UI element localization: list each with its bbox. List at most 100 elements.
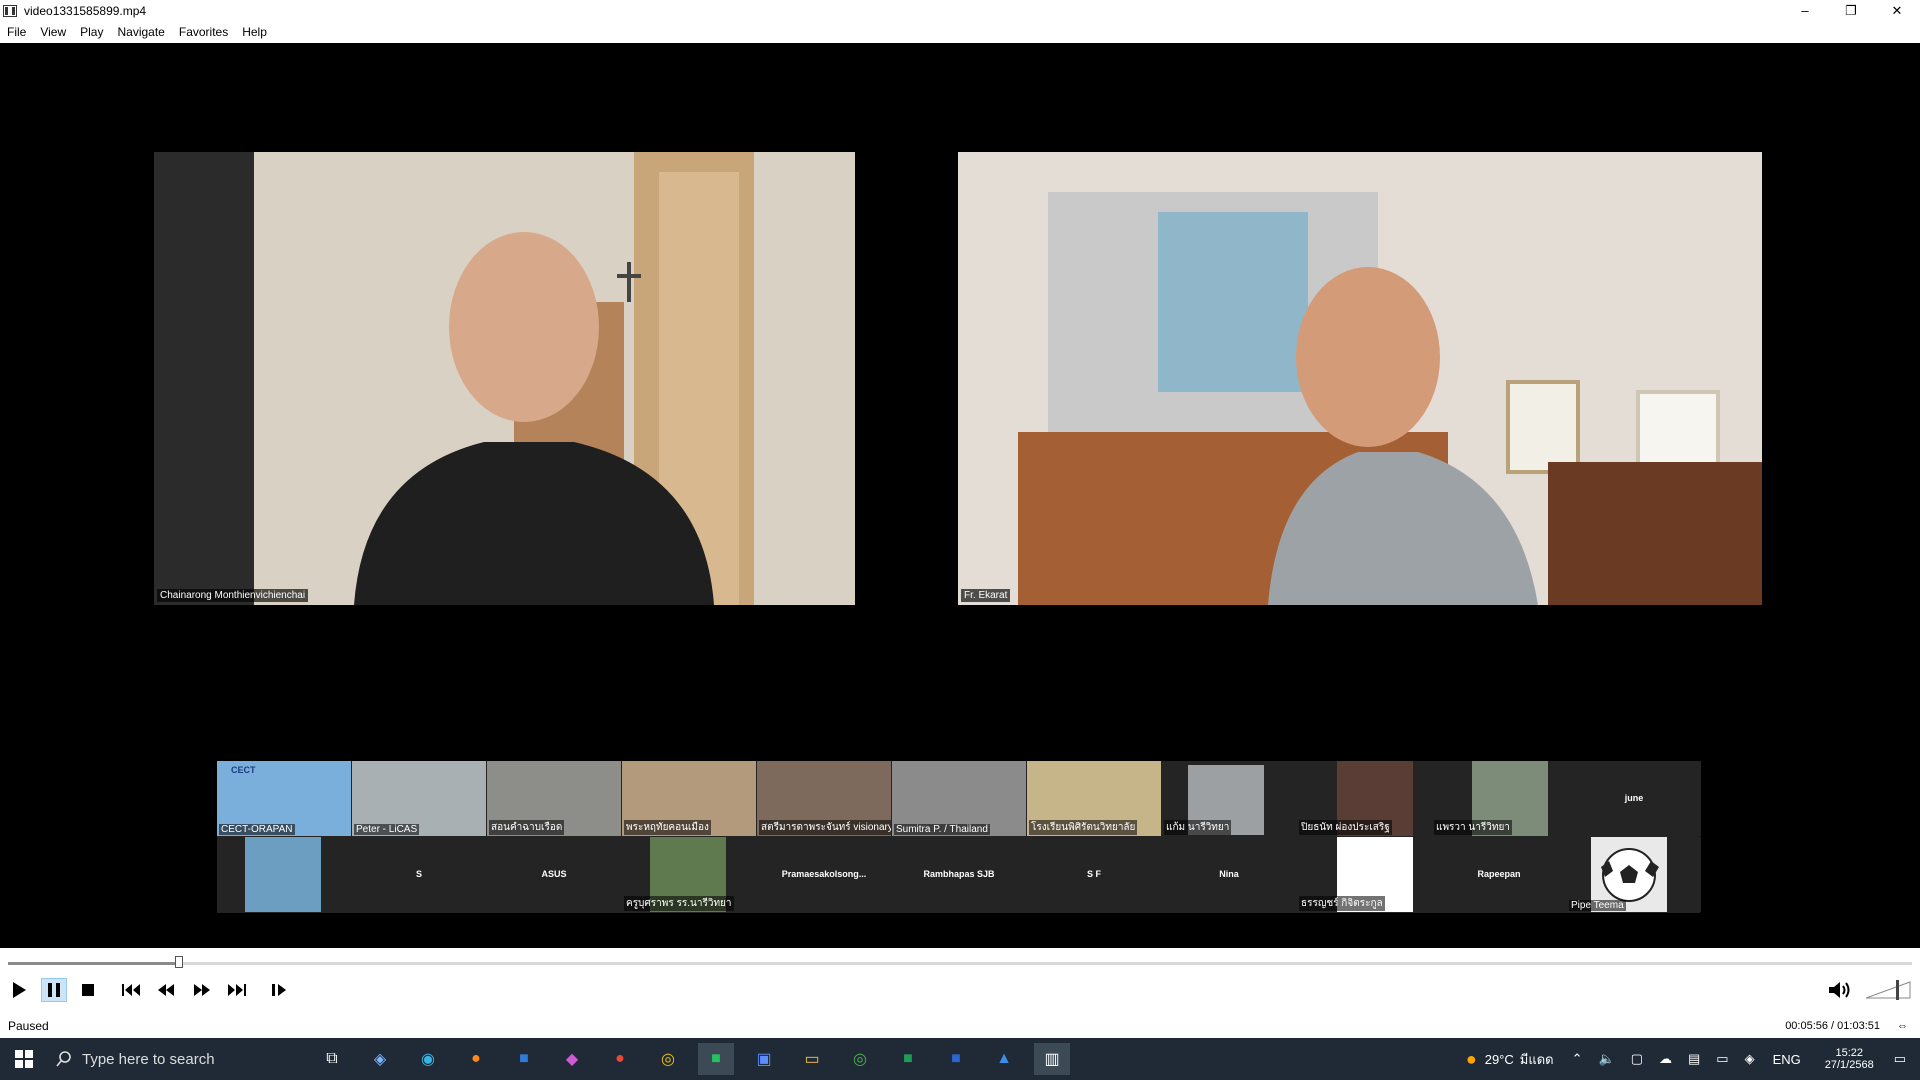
media-player-taskbar-icon[interactable]: ▥ (1034, 1043, 1070, 1075)
fullscreen-toggle-icon[interactable]: ⇔ (1897, 1020, 1908, 1032)
restore-button[interactable]: ❐ (1828, 0, 1874, 21)
participant-tile[interactable]: CECT CECT-ORAPAN (217, 761, 351, 836)
menu-play[interactable]: Play (73, 25, 110, 39)
menu-favorites[interactable]: Favorites (172, 25, 235, 39)
file-explorer-icon[interactable]: ▭ (794, 1043, 830, 1075)
participant-tile[interactable] (217, 837, 351, 912)
participant-tile[interactable]: Rapeepan (1432, 837, 1566, 912)
start-button[interactable] (6, 1043, 42, 1075)
seek-bar[interactable] (8, 956, 1912, 968)
rewind-button[interactable] (153, 978, 179, 1002)
weather-sun-icon: ● (1465, 1048, 1477, 1069)
rewind-icon (158, 984, 174, 996)
pause-button[interactable] (41, 978, 67, 1002)
participant-tile[interactable]: Pramaesakolsong... (757, 837, 891, 912)
participant-tile[interactable]: โรงเรียนพิศิรัตนวิทยาลัย (1027, 761, 1161, 836)
clock[interactable]: 15:22 27/1/2568 (1825, 1047, 1874, 1071)
status-bar: Paused 00:05:56 / 01:03:51 ⇔ (0, 1014, 1920, 1038)
participant-name: แก้ม นารีวิทยา (1164, 820, 1232, 835)
cect-logo: CECT (231, 765, 256, 775)
participant-tile[interactable]: S F (1027, 837, 1161, 912)
frame-step-button[interactable] (266, 978, 292, 1002)
participant-tile[interactable]: Rambhapas SJB (892, 837, 1026, 912)
stop-button[interactable] (75, 978, 101, 1002)
participant-name: Pramaesakolsong... (781, 869, 867, 879)
close-button[interactable]: ✕ (1874, 0, 1920, 21)
stop-icon (82, 984, 94, 996)
taskbar-search[interactable]: Type here to search (48, 1038, 308, 1080)
participant-tile[interactable]: Nina (1162, 837, 1296, 912)
search-placeholder: Type here to search (82, 1050, 215, 1068)
photos-icon[interactable]: ▲ (986, 1043, 1022, 1075)
participant-tile[interactable]: ปิยธนัท ผ่องประเสริฐ (1297, 761, 1431, 836)
playback-status: Paused (8, 1019, 49, 1033)
participant-name: สตรีมารดาพระจันทร์ visionary (759, 820, 891, 835)
speaker-name-1: Chainarong Monthienvichienchai (157, 589, 309, 602)
participant-tile[interactable]: S (352, 837, 486, 912)
clock-date: 27/1/2568 (1824, 1059, 1874, 1071)
participant-tile[interactable]: ธรรญชร์ กิจิตระกูล (1297, 837, 1431, 912)
participant-name: โรงเรียนพิศิรัตนวิทยาลัย (1029, 820, 1138, 835)
pause-icon (48, 983, 60, 997)
participant-tile[interactable]: Pipe Teema (1567, 837, 1701, 912)
word-icon[interactable]: ■ (938, 1043, 974, 1075)
display-icon[interactable]: ▤ (1688, 1051, 1700, 1067)
video-display[interactable]: Chainarong Monthienvichienchai Fr. Ekara… (0, 43, 1920, 948)
notification-icon[interactable]: ▭ (1894, 1051, 1906, 1067)
participant-tile[interactable]: Sumitra P. / Thailand (892, 761, 1026, 836)
participant-name: ปิยธนัท ผ่องประเสริฐ (1299, 820, 1392, 835)
cloud-icon[interactable]: ☁ (1659, 1051, 1672, 1067)
system-tray: ● 29°C มีแดด ⌃ 🔈 ▢ ☁ ▤ ▭ ◈ ENG 15:22 27/… (1466, 1038, 1920, 1080)
previous-button[interactable] (118, 978, 144, 1002)
menu-view[interactable]: View (33, 25, 73, 39)
security-icon[interactable]: ◈ (1745, 1051, 1755, 1067)
speaker-video-1: Chainarong Monthienvichienchai (154, 152, 855, 605)
menu-navigate[interactable]: Navigate (110, 25, 171, 39)
participant-tile[interactable]: ASUS (487, 837, 621, 912)
seek-handle[interactable] (175, 956, 184, 968)
chevron-up-icon[interactable]: ⌃ (1572, 1051, 1583, 1067)
participant-tile[interactable]: สอนคำฉาบเรือด (487, 761, 621, 836)
task-view-icon[interactable]: ⧉ (314, 1043, 350, 1075)
volume-icon[interactable]: 🔈 (1599, 1051, 1615, 1067)
menu-file[interactable]: File (0, 25, 33, 39)
participant-name: ASUS (541, 869, 567, 879)
participant-tile[interactable]: พระหฤทัยคอนเมือง (622, 761, 756, 836)
app-icon[interactable]: ▣ (746, 1043, 782, 1075)
outlook-icon[interactable]: ■ (506, 1043, 542, 1075)
media-player-icon (2, 4, 18, 18)
fast-forward-button[interactable] (189, 978, 215, 1002)
play-button[interactable] (6, 978, 32, 1002)
language-indicator[interactable]: ENG (1773, 1052, 1801, 1067)
window-title: video1331585899.mp4 (24, 3, 147, 18)
participant-name: สอนคำฉาบเรือด (489, 820, 565, 835)
copilot-icon[interactable]: ◈ (362, 1043, 398, 1075)
camera-icon[interactable]: ▢ (1631, 1051, 1643, 1067)
chrome-icon[interactable]: ◎ (842, 1043, 878, 1075)
participant-tile[interactable]: june (1567, 761, 1701, 836)
participant-tile[interactable]: Peter - LiCAS (352, 761, 486, 836)
edge-icon[interactable]: ◉ (410, 1043, 446, 1075)
microsoft365-icon[interactable]: ◆ (554, 1043, 590, 1075)
participant-name: Pipe Teema (1569, 900, 1626, 911)
menu-help[interactable]: Help (235, 25, 274, 39)
participant-name: S (415, 869, 422, 879)
chrome-icon[interactable]: ◎ (650, 1043, 686, 1075)
minimize-button[interactable]: – (1782, 0, 1828, 21)
network-icon[interactable]: ▭ (1716, 1051, 1728, 1067)
volume-button[interactable] (1826, 978, 1856, 1002)
participant-tile[interactable]: แพรวา นารีวิทยา (1432, 761, 1566, 836)
windows-logo-icon (15, 1050, 33, 1068)
volume-slider[interactable] (1865, 978, 1912, 1002)
next-button[interactable] (224, 978, 250, 1002)
participant-name: Rapeepan (1477, 869, 1521, 879)
participant-tile[interactable]: แก้ม นารีวิทยา (1162, 761, 1296, 836)
seek-progress (8, 962, 180, 965)
participant-tile[interactable]: สตรีมารดาพระจันทร์ visionary (757, 761, 891, 836)
participant-tile[interactable]: ครูบุศราพร รร.นารีวิทยา (622, 837, 756, 912)
participant-name: แพรวา นารีวิทยา (1434, 820, 1512, 835)
excel-icon[interactable]: ■ (890, 1043, 926, 1075)
recorder-icon[interactable]: ● (602, 1043, 638, 1075)
line-icon[interactable]: ■ (698, 1043, 734, 1075)
firefox-icon[interactable]: ● (458, 1043, 494, 1075)
